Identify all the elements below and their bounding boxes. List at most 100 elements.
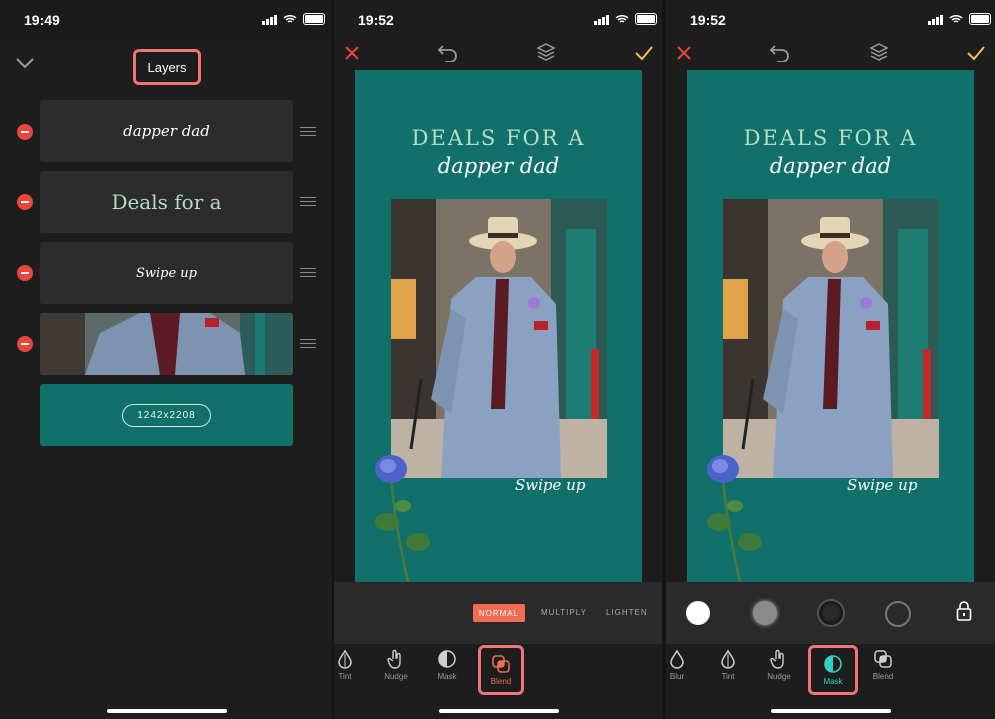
undo-icon[interactable] — [769, 44, 791, 62]
battery-icon — [303, 13, 325, 25]
blend-normal-option[interactable]: NORMAL — [473, 604, 525, 622]
blend-mode-bar: NORMAL MULTIPLY LIGHTEN — [334, 582, 662, 644]
blue-rose-sticker[interactable] — [705, 454, 775, 582]
blend-icon — [492, 655, 510, 673]
layers-icon[interactable] — [536, 42, 556, 62]
tool-mask[interactable]: Mask — [808, 645, 858, 695]
tool-label: Blend — [490, 677, 512, 686]
layer-label: Deals for a — [111, 190, 222, 214]
photo-thumbnail — [40, 313, 293, 375]
drop-icon — [338, 649, 352, 669]
tool-bar: Tint Nudge Mask Blend — [334, 645, 662, 695]
mask-inner-swatch[interactable] — [819, 601, 843, 625]
background-layer[interactable]: 1242x2208 — [40, 384, 293, 446]
headline-text[interactable]: DEALS FOR A — [687, 126, 974, 150]
tool-blend[interactable]: Blend — [865, 645, 901, 681]
lock-icon[interactable] — [956, 600, 972, 622]
blend-icon — [874, 650, 892, 668]
layers-icon[interactable] — [869, 42, 889, 62]
drag-handle-icon[interactable] — [300, 339, 316, 351]
tool-nudge[interactable]: Nudge — [761, 645, 797, 681]
mask-soft-swatch[interactable] — [753, 601, 777, 625]
layer-item[interactable]: Deals for a — [40, 171, 293, 233]
tool-label: Tint — [338, 672, 352, 681]
layers-title: Layers — [133, 49, 201, 85]
photo-layer[interactable] — [723, 199, 939, 478]
design-canvas[interactable]: DEALS FOR A dapper dad Swipe up — [355, 70, 642, 582]
mask-icon — [824, 655, 842, 673]
subheadline-text[interactable]: dapper dad — [355, 154, 642, 178]
mask-icon — [438, 650, 456, 668]
status-bar: 19:49 — [0, 0, 332, 40]
hand-pointer-icon — [387, 649, 401, 669]
close-icon[interactable] — [344, 45, 360, 61]
blend-lighten-option[interactable]: LIGHTEN — [606, 608, 648, 617]
remove-layer-button[interactable] — [17, 336, 33, 352]
tool-blur[interactable]: Blur — [666, 645, 695, 681]
design-canvas[interactable]: DEALS FOR A dapper dad Swipe up — [687, 70, 974, 582]
signal-icon — [262, 14, 277, 25]
confirm-check-icon[interactable] — [634, 45, 654, 61]
status-time: 19:49 — [24, 12, 60, 28]
blue-rose-sticker[interactable] — [373, 454, 443, 582]
headline-text[interactable]: DEALS FOR A — [355, 126, 642, 150]
undo-icon[interactable] — [437, 44, 459, 62]
tool-mask[interactable]: Mask — [429, 645, 465, 681]
hand-pointer-icon — [770, 649, 784, 669]
editor-blend-screen: 19:52 DEALS FOR A dapper dad Swipe up NO… — [334, 0, 662, 719]
blend-multiply-option[interactable]: MULTIPLY — [541, 608, 587, 617]
status-time: 19:52 — [690, 12, 726, 28]
tint-drop-icon — [721, 649, 735, 669]
confirm-check-icon[interactable] — [966, 45, 986, 61]
signal-icon — [928, 14, 943, 25]
tool-label: Mask — [437, 672, 457, 681]
layer-item[interactable]: dapper dad — [40, 100, 293, 162]
photo-layer[interactable] — [391, 199, 607, 478]
tool-label: Nudge — [767, 672, 791, 681]
layer-label: dapper dad — [123, 122, 210, 140]
tool-blend[interactable]: Blend — [478, 645, 524, 695]
subheadline-text[interactable]: dapper dad — [687, 154, 974, 178]
tool-label: Blend — [872, 672, 894, 681]
swipe-up-text[interactable]: Swipe up — [515, 476, 585, 494]
swipe-up-text[interactable]: Swipe up — [847, 476, 917, 494]
remove-layer-button[interactable] — [17, 265, 33, 281]
close-icon[interactable] — [676, 45, 692, 61]
tool-bar: Blur Tint Nudge Mask Blend — [666, 645, 995, 695]
chevron-down-icon[interactable] — [16, 57, 34, 69]
canvas-size-label: 1242x2208 — [122, 403, 211, 427]
home-indicator — [439, 709, 559, 713]
drag-handle-icon[interactable] — [300, 268, 316, 280]
status-icons — [928, 13, 991, 25]
layers-screen: 19:49 Layers dapper dad Deals for a Swip… — [0, 0, 332, 719]
drag-handle-icon[interactable] — [300, 197, 316, 209]
layer-item-photo[interactable] — [40, 313, 293, 375]
tool-nudge[interactable]: Nudge — [378, 645, 414, 681]
mask-solid-swatch[interactable] — [686, 601, 710, 625]
drag-handle-icon[interactable] — [300, 127, 316, 139]
battery-icon — [635, 13, 657, 25]
wifi-icon — [283, 14, 297, 23]
battery-icon — [969, 13, 991, 25]
editor-top-bar — [334, 40, 662, 70]
status-bar: 19:52 — [334, 0, 662, 40]
tool-tint[interactable]: Tint — [334, 645, 363, 681]
tool-label: Nudge — [384, 672, 408, 681]
layer-item[interactable]: Swipe up — [40, 242, 293, 304]
signal-icon — [594, 14, 609, 25]
tool-label: Mask — [823, 677, 843, 686]
wifi-icon — [949, 14, 963, 23]
tool-tint[interactable]: Tint — [710, 645, 746, 681]
drop-icon — [670, 649, 684, 669]
remove-layer-button[interactable] — [17, 124, 33, 140]
status-time: 19:52 — [358, 12, 394, 28]
remove-layer-button[interactable] — [17, 194, 33, 210]
editor-mask-screen: 19:52 DEALS FOR A dapper dad Swipe up Bl… — [666, 0, 995, 719]
status-icons — [594, 13, 657, 25]
tool-label: Tint — [721, 672, 735, 681]
mask-options-bar — [666, 582, 995, 644]
mask-outline-swatch[interactable] — [885, 601, 911, 627]
home-indicator — [771, 709, 891, 713]
home-indicator — [107, 709, 227, 713]
status-icons — [262, 13, 325, 25]
